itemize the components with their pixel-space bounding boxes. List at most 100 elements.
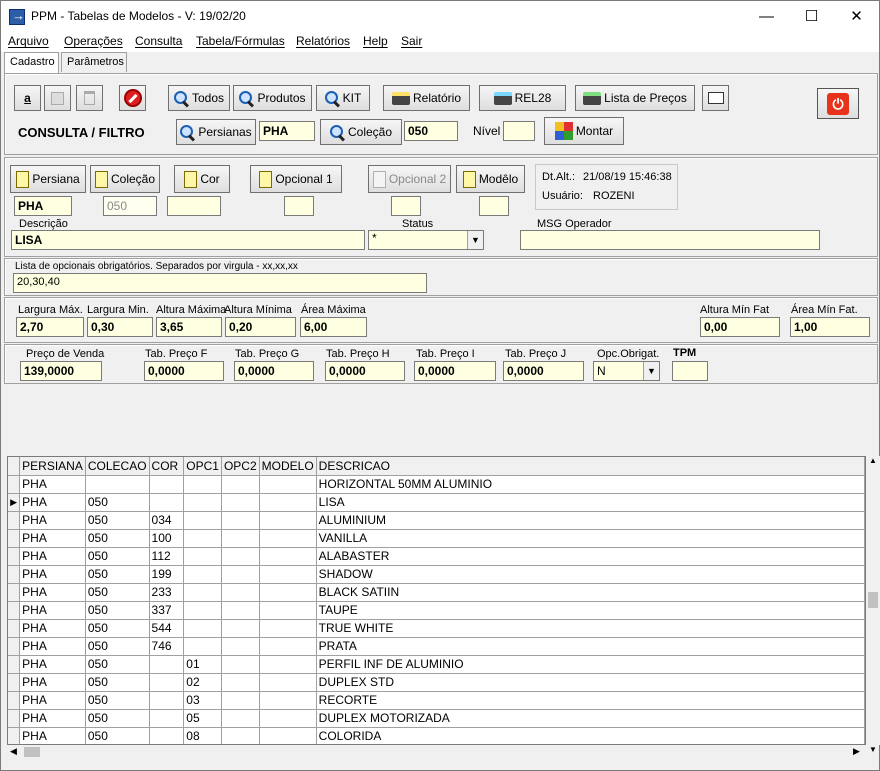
filter-colecao-input[interactable]: 050 (404, 121, 458, 141)
lista-precos-button[interactable]: Lista de Preços (575, 85, 695, 111)
table-cell[interactable] (183, 493, 222, 512)
menu-operacoes[interactable]: Operações (64, 34, 123, 48)
table-cell[interactable] (149, 493, 185, 512)
scroll-left-icon[interactable]: ◀ (10, 746, 17, 757)
largura-max-field[interactable]: 2,70 (16, 317, 84, 337)
row-indicator[interactable]: ▶ (8, 493, 21, 512)
table-cell[interactable]: PHA (19, 511, 86, 530)
table-cell[interactable]: PHA (19, 691, 86, 710)
table-cell[interactable] (259, 583, 317, 602)
table-row[interactable]: PHA 050 08 COLORIDA (8, 727, 865, 744)
table-cell[interactable] (259, 529, 317, 548)
minimize-button[interactable]: — (744, 1, 789, 32)
table-row[interactable]: PHA 050 337 TAUPE (8, 601, 865, 620)
table-cell[interactable]: 050 (85, 691, 150, 710)
tab-h-field[interactable]: 0,0000 (325, 361, 405, 381)
table-row[interactable]: PHA 050 05 DUPLEX MOTORIZADA (8, 709, 865, 728)
altura-min-field[interactable]: 0,20 (225, 317, 296, 337)
table-cell[interactable] (259, 547, 317, 566)
montar-button[interactable]: Montar (544, 117, 624, 145)
table-cell[interactable]: 337 (149, 601, 185, 620)
row-indicator[interactable] (8, 709, 21, 728)
cor-button[interactable]: Cor (174, 165, 230, 193)
table-row[interactable]: PHA 050 03 RECORTE (8, 691, 865, 710)
table-cell[interactable]: 05 (183, 709, 222, 728)
spell-check-button[interactable]: a (14, 85, 41, 111)
table-cell[interactable] (149, 727, 185, 744)
table-row[interactable]: ▶ PHA 050 LISA (8, 493, 865, 512)
table-cell[interactable]: DUPLEX STD (316, 673, 865, 692)
table-cell[interactable] (149, 691, 185, 710)
table-cell[interactable] (221, 547, 260, 566)
table-cell[interactable]: SHADOW (316, 565, 865, 584)
table-cell[interactable] (221, 565, 260, 584)
table-cell[interactable]: 050 (85, 727, 150, 744)
menu-relatorios[interactable]: Relatórios (296, 34, 350, 48)
row-indicator[interactable] (8, 691, 21, 710)
table-cell[interactable] (221, 529, 260, 548)
row-indicator[interactable] (8, 475, 21, 494)
table-cell[interactable]: 233 (149, 583, 185, 602)
table-cell[interactable]: 112 (149, 547, 185, 566)
table-cell[interactable] (259, 511, 317, 530)
table-cell[interactable]: PHA (19, 619, 86, 638)
col-persiana[interactable]: PERSIANA (19, 457, 86, 476)
table-row[interactable]: PHA 050 746 PRATA (8, 637, 865, 656)
menu-tabela-formulas[interactable]: Tabela/Fórmulas (196, 34, 285, 48)
table-cell[interactable]: PHA (19, 493, 86, 512)
table-row[interactable]: PHA 050 02 DUPLEX STD (8, 673, 865, 692)
table-row[interactable]: PHA 050 100 VANILLA (8, 529, 865, 548)
table-cell[interactable]: 050 (85, 655, 150, 674)
table-cell[interactable]: PHA (19, 655, 86, 674)
table-cell[interactable]: 08 (183, 727, 222, 744)
close-button[interactable]: ✕ (834, 1, 879, 32)
scroll-right-icon[interactable]: ▶ (853, 746, 860, 757)
persiana-field[interactable]: PHA (14, 196, 72, 216)
kit-button[interactable]: KIT (316, 85, 370, 111)
horizontal-scroll-thumb[interactable] (24, 747, 40, 757)
table-cell[interactable]: PHA (19, 601, 86, 620)
colecao-filter-button[interactable]: Coleção (320, 119, 402, 145)
largura-min-field[interactable]: 0,30 (87, 317, 153, 337)
table-row[interactable]: PHA 050 199 SHADOW (8, 565, 865, 584)
table-cell[interactable] (149, 709, 185, 728)
table-cell[interactable]: PHA (19, 673, 86, 692)
table-row[interactable]: PHA 050 112 ALABASTER (8, 547, 865, 566)
table-cell[interactable]: LISA (316, 493, 865, 512)
table-cell[interactable]: PHA (19, 727, 86, 744)
col-descricao[interactable]: DESCRICAO (316, 457, 865, 476)
row-indicator[interactable] (8, 565, 21, 584)
opcional1-field[interactable] (284, 196, 314, 216)
table-cell[interactable]: PHA (19, 583, 86, 602)
tab-cadastro[interactable]: Cadastro (4, 52, 59, 73)
table-cell[interactable] (221, 475, 260, 494)
table-cell[interactable] (149, 475, 185, 494)
row-indicator[interactable] (8, 547, 21, 566)
table-row[interactable]: PHA 050 233 BLACK SATIIN (8, 583, 865, 602)
table-cell[interactable] (221, 619, 260, 638)
table-row[interactable]: PHA HORIZONTAL 50MM ALUMINIO (8, 475, 865, 494)
table-cell[interactable] (221, 493, 260, 512)
scroll-down-icon[interactable]: ▼ (866, 745, 880, 759)
table-cell[interactable] (183, 637, 222, 656)
table-cell[interactable] (221, 601, 260, 620)
email-button[interactable] (702, 85, 729, 111)
row-indicator[interactable] (8, 637, 21, 656)
table-cell[interactable] (221, 655, 260, 674)
status-select[interactable]: * ▼ (368, 230, 484, 250)
table-cell[interactable] (259, 709, 317, 728)
menu-arquivo[interactable]: Arquivo (8, 34, 49, 48)
table-cell[interactable] (183, 529, 222, 548)
scroll-up-icon[interactable]: ▲ (868, 456, 878, 465)
modelo-field[interactable] (479, 196, 509, 216)
cor-field[interactable] (167, 196, 221, 216)
persianas-button[interactable]: Persianas (176, 119, 256, 145)
models-grid[interactable]: PERSIANA COLECAO COR OPC1 OPC2 MODELO DE… (7, 456, 866, 745)
row-indicator[interactable] (8, 583, 21, 602)
row-indicator[interactable] (8, 529, 21, 548)
table-cell[interactable] (259, 691, 317, 710)
row-indicator[interactable] (8, 673, 21, 692)
table-cell[interactable] (221, 727, 260, 744)
table-cell[interactable] (221, 637, 260, 656)
opc-obrig-select[interactable]: N ▼ (593, 361, 660, 381)
